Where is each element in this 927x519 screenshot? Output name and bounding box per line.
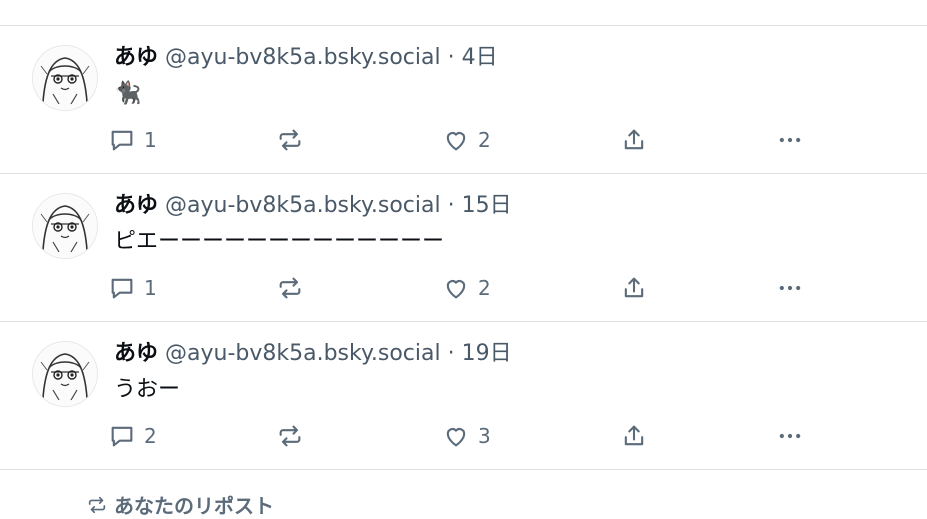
heart-icon (446, 132, 466, 151)
like-count: 2 (478, 276, 491, 300)
more-icon (779, 433, 801, 439)
share-button[interactable] (620, 272, 648, 304)
post-time[interactable]: 15日 (462, 193, 512, 218)
reply-count: 1 (144, 276, 157, 300)
avatar[interactable] (32, 193, 98, 259)
avatar[interactable] (32, 45, 98, 111)
repost-icon (279, 129, 301, 151)
separator-dot: · (447, 45, 455, 70)
repost-icon (279, 425, 301, 447)
share-icon (624, 277, 644, 298)
avatar-illustration (33, 46, 97, 110)
author-name[interactable]: あゆ (114, 45, 158, 70)
like-button[interactable]: 2 (442, 124, 491, 156)
more-options-button[interactable] (776, 272, 804, 304)
post-actions: 2 3 (108, 420, 828, 452)
repost-icon (88, 496, 106, 513)
more-icon (779, 137, 801, 143)
separator-dot: · (447, 193, 455, 218)
share-icon (624, 129, 644, 150)
heart-icon (446, 280, 466, 299)
repost-icon (279, 277, 301, 299)
post-text: 🐈‍⬛ (114, 81, 142, 106)
post-text: ピエーーーーーーーーーーーーー (114, 229, 445, 254)
reply-icon (111, 130, 133, 151)
feed-post[interactable]: あゆ @ayu-bv8k5a.bsky.social · 4日 🐈‍⬛ 1 2 (0, 26, 927, 173)
share-button[interactable] (620, 420, 648, 452)
repost-button[interactable] (276, 272, 304, 304)
reply-button[interactable]: 1 (108, 124, 157, 156)
author-handle[interactable]: @ayu-bv8k5a.bsky.social (165, 341, 441, 366)
reply-icon (111, 278, 133, 299)
post-time[interactable]: 4日 (462, 45, 498, 70)
reply-button[interactable]: 1 (108, 272, 157, 304)
avatar-illustration (33, 342, 97, 406)
separator-dot: · (447, 341, 455, 366)
author-handle[interactable]: @ayu-bv8k5a.bsky.social (165, 45, 441, 70)
share-button[interactable] (620, 124, 648, 156)
more-icon (779, 285, 801, 291)
your-repost-label: あなたのリポスト (114, 494, 274, 518)
post-actions: 1 2 (108, 124, 828, 156)
repost-button[interactable] (276, 420, 304, 452)
reply-button[interactable]: 2 (108, 420, 157, 452)
like-count: 2 (478, 128, 491, 152)
post-actions: 1 2 (108, 272, 828, 304)
author-name[interactable]: あゆ (114, 193, 158, 218)
feed-post[interactable]: あゆ @ayu-bv8k5a.bsky.social · 15日 ピエーーーーー… (0, 174, 927, 321)
author-name[interactable]: あゆ (114, 341, 158, 366)
post-time[interactable]: 19日 (462, 341, 512, 366)
post-header: あゆ @ayu-bv8k5a.bsky.social · 19日 (114, 338, 512, 370)
feed-post[interactable]: あゆ @ayu-bv8k5a.bsky.social · 19日 うおー 2 3 (0, 322, 927, 469)
heart-icon (446, 428, 466, 447)
share-icon (624, 425, 644, 446)
repost-button[interactable] (276, 124, 304, 156)
reply-icon (111, 426, 133, 447)
reply-count: 1 (144, 128, 157, 152)
post-header: あゆ @ayu-bv8k5a.bsky.social · 15日 (114, 190, 512, 222)
avatar-illustration (33, 194, 97, 258)
avatar[interactable] (32, 341, 98, 407)
your-repost-indicator[interactable]: あなたのリポスト (86, 490, 274, 519)
post-header: あゆ @ayu-bv8k5a.bsky.social · 4日 (114, 42, 498, 74)
more-options-button[interactable] (776, 420, 804, 452)
more-options-button[interactable] (776, 124, 804, 156)
post-text: うおー (114, 377, 181, 402)
like-button[interactable]: 2 (442, 272, 491, 304)
like-button[interactable]: 3 (442, 420, 491, 452)
author-handle[interactable]: @ayu-bv8k5a.bsky.social (165, 193, 441, 218)
reply-count: 2 (144, 424, 157, 448)
divider (0, 469, 927, 470)
like-count: 3 (478, 424, 491, 448)
